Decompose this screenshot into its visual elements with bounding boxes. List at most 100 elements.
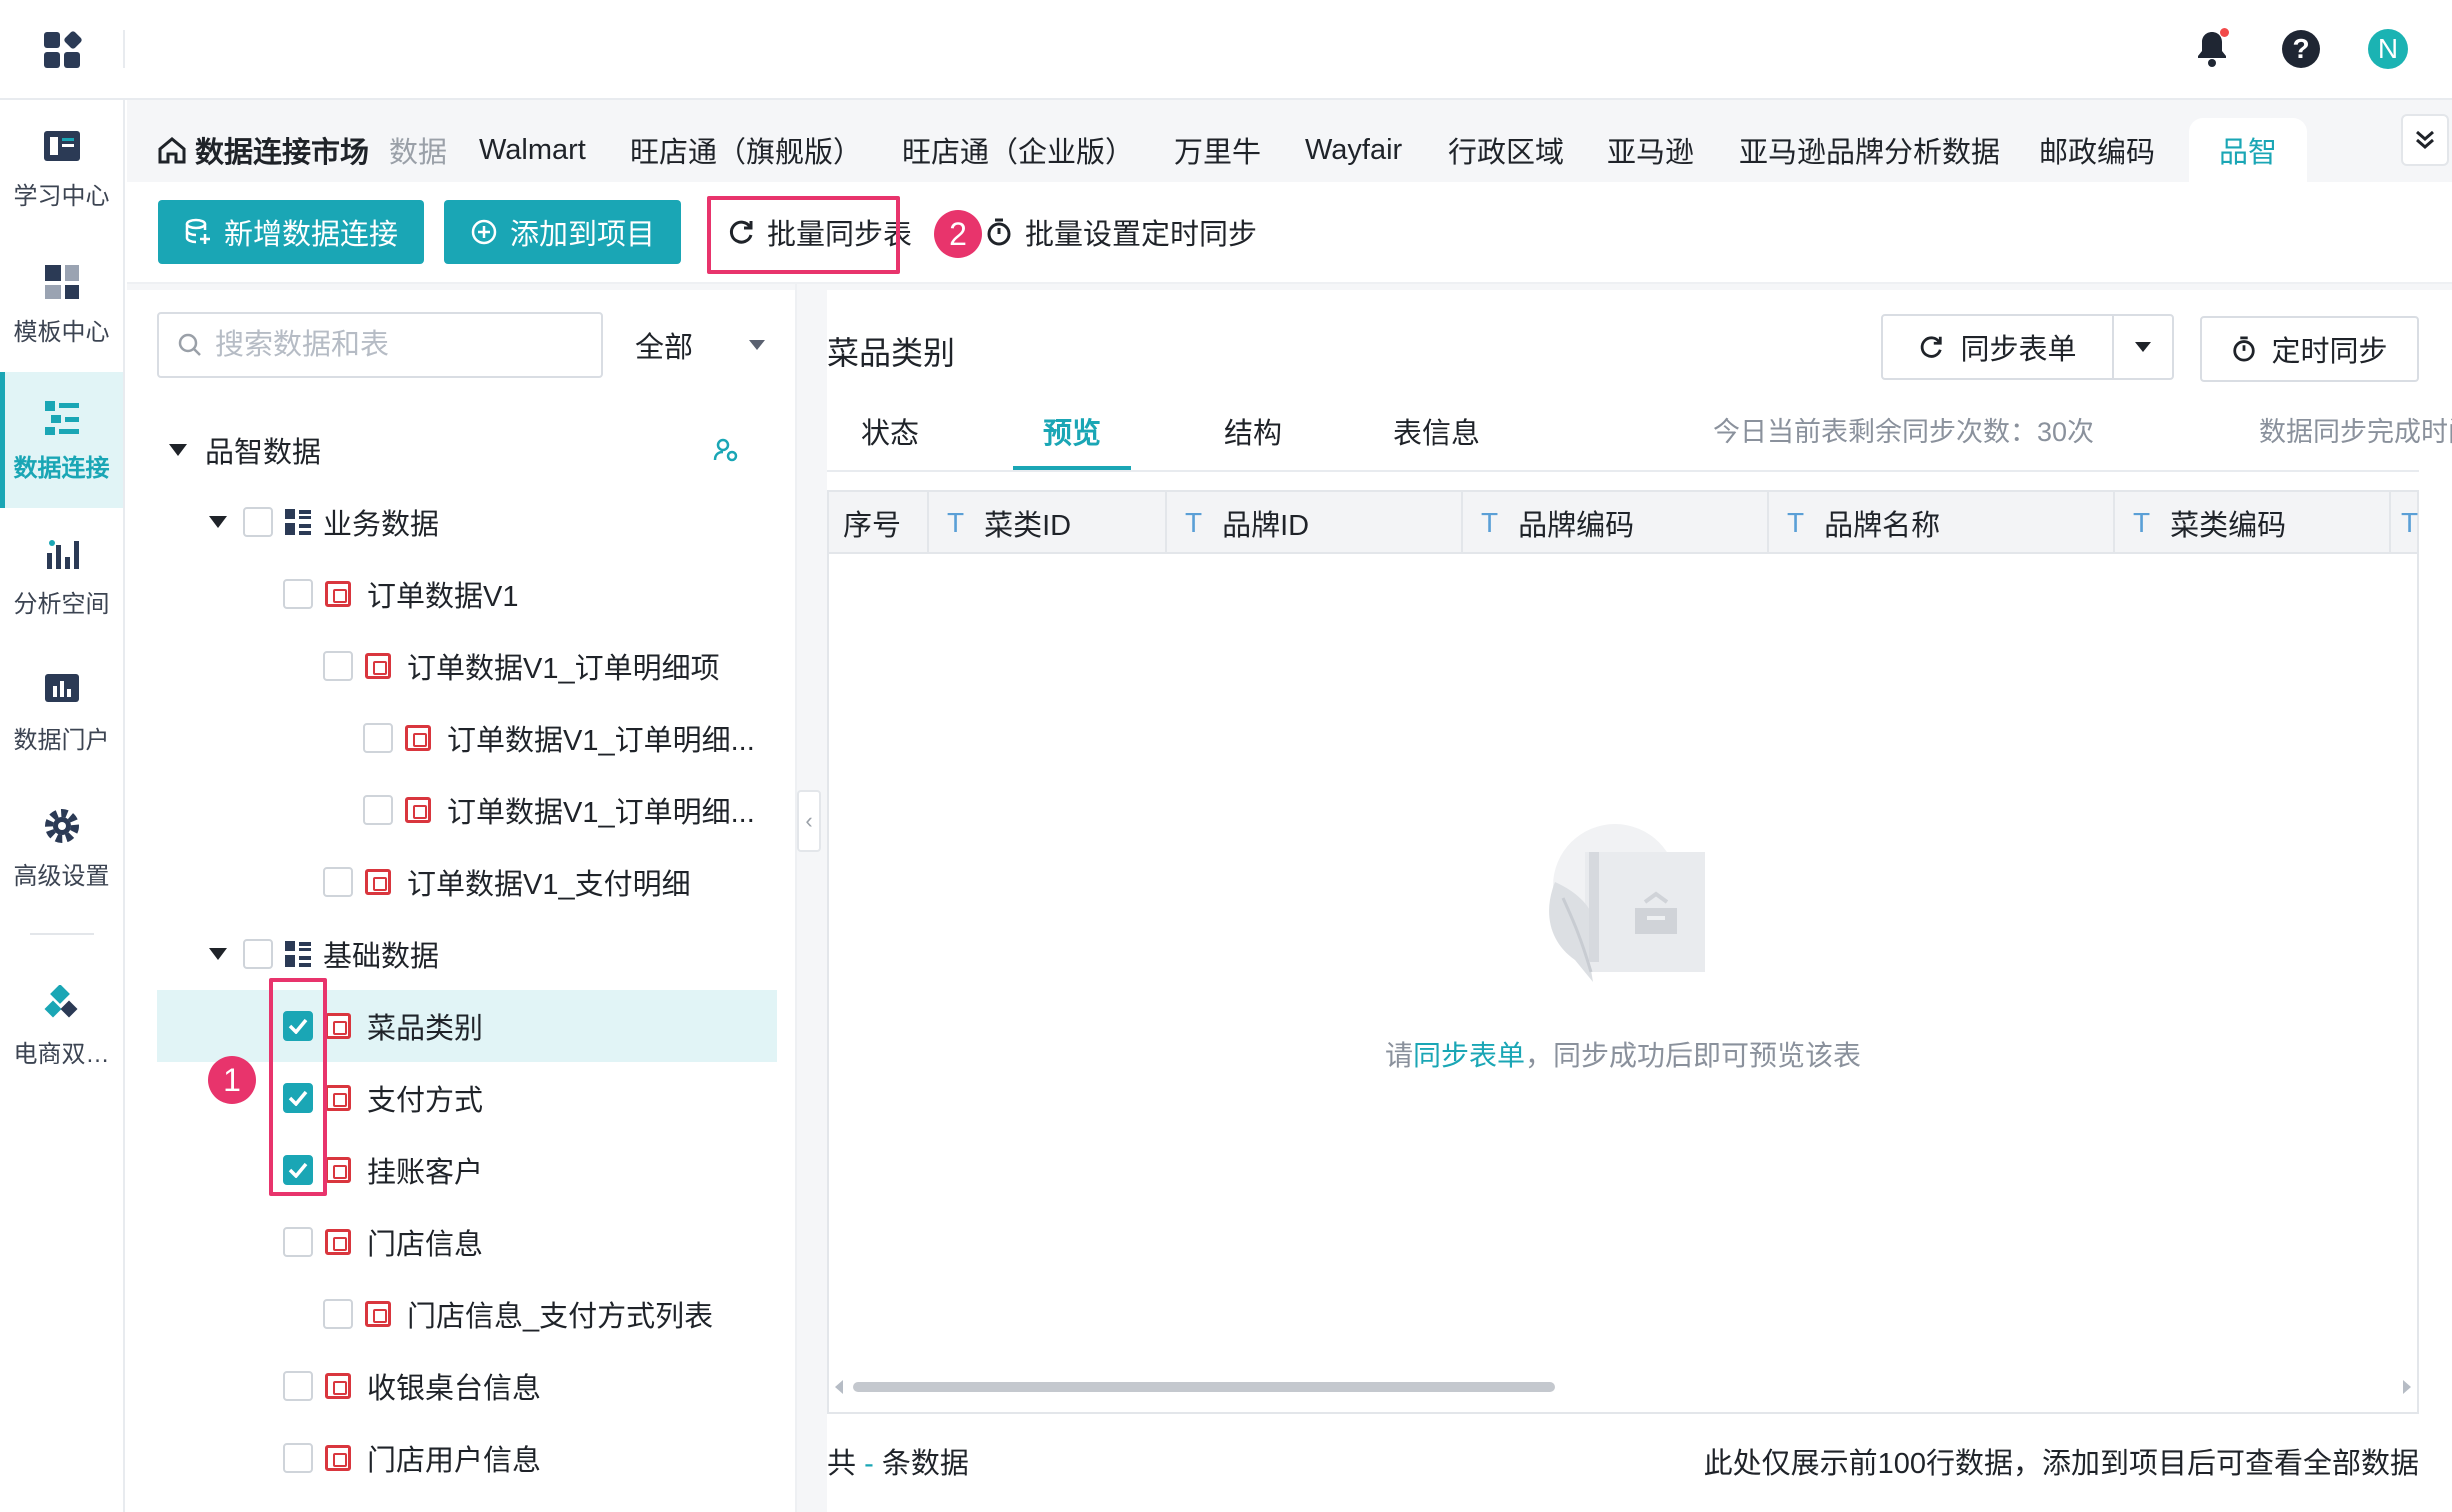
checkbox[interactable]	[323, 1299, 353, 1329]
batch-sync-highlight	[707, 196, 900, 274]
tab-pinzhi-active[interactable]: 品智	[2189, 118, 2308, 182]
new-data-connection-button[interactable]: 新增数据连接	[158, 200, 425, 264]
column-header[interactable]: T	[2401, 492, 2418, 554]
tree-table-item[interactable]: 订单数据V1_支付明细	[157, 846, 777, 918]
search-input[interactable]	[215, 328, 575, 362]
checkbox[interactable]	[283, 1371, 313, 1401]
checkbox[interactable]	[243, 939, 273, 969]
sidebar-item-learning[interactable]: 学习中心	[0, 100, 123, 236]
text-type-icon: T	[1185, 507, 1203, 538]
step-badge-2: 2	[934, 210, 982, 258]
table-icon	[325, 1085, 351, 1111]
column-header[interactable]: T 菜类ID	[947, 492, 1071, 554]
tab-item[interactable]: 旺店通（企业版）	[902, 118, 1134, 182]
tab-structure[interactable]: 结构	[1224, 410, 1282, 470]
tree-table-item[interactable]: 门店信息_支付方式列表	[157, 1278, 777, 1350]
sidebar-item-ecommerce[interactable]: 电商双…	[0, 958, 123, 1094]
sync-dropdown-button[interactable]	[2112, 314, 2174, 380]
checked-items-highlight	[269, 978, 327, 1196]
preview-limit-note: 此处仅展示前100行数据，添加到项目后可查看全部数据	[1703, 1448, 2419, 1480]
tab-item[interactable]: Wayfair	[1305, 118, 1402, 182]
tree-table-item[interactable]: 订单数据V1_订单明细...	[157, 774, 777, 846]
checkbox[interactable]	[243, 507, 273, 537]
tab-item[interactable]: 邮政编码	[2039, 118, 2155, 182]
notification-bell-icon[interactable]	[2191, 28, 2233, 70]
collapse-panel-handle[interactable]: ‹	[797, 790, 821, 852]
empty-state-illustration	[1549, 824, 1705, 982]
tab-item[interactable]: Walmart	[479, 118, 586, 182]
column-divider	[2113, 492, 2115, 554]
column-header[interactable]: T 品牌ID	[1185, 492, 1309, 554]
help-icon[interactable]: ?	[2280, 28, 2322, 70]
tree-table-item[interactable]: 订单数据V1	[157, 558, 777, 630]
tab-item[interactable]: 数据	[389, 118, 447, 182]
sidebar-item-analysis[interactable]: 分析空间	[0, 508, 123, 644]
expand-caret-icon[interactable]	[209, 948, 227, 960]
tab-table-info[interactable]: 表信息	[1393, 410, 1480, 470]
tree-table-item[interactable]: 挂账客户	[157, 1134, 777, 1206]
checkbox[interactable]	[283, 579, 313, 609]
table-icon	[405, 797, 431, 823]
main-area: 数据连接市场 数据 Walmart 旺店通（旗舰版） 旺店通（企业版） 万里牛 …	[127, 100, 2452, 1512]
tab-status[interactable]: 状态	[861, 410, 919, 470]
text-type-icon: T	[2401, 507, 2419, 538]
app-grid-icon[interactable]	[44, 30, 83, 70]
tree-group-business[interactable]: 业务数据	[157, 486, 777, 558]
sidebar-item-templates[interactable]: 模板中心	[0, 236, 123, 372]
table-icon	[365, 653, 391, 679]
column-divider	[1165, 492, 1167, 554]
column-divider	[1461, 492, 1463, 554]
refresh-icon	[1921, 336, 1943, 358]
filter-select[interactable]: 全部	[625, 312, 775, 378]
horizontal-scrollbar[interactable]	[835, 1376, 2411, 1396]
checkbox[interactable]	[323, 867, 353, 897]
column-header[interactable]: T 品牌编码	[1481, 492, 1634, 554]
tab-item[interactable]: 行政区域	[1448, 118, 1564, 182]
column-header[interactable]: T 品牌名称	[1787, 492, 1940, 554]
add-to-project-button[interactable]: 添加到项目	[444, 200, 682, 264]
checkbox[interactable]	[363, 723, 393, 753]
tab-item[interactable]: 亚马逊	[1607, 118, 1694, 182]
column-header[interactable]: T 菜类编码	[2133, 492, 2286, 554]
stopwatch-icon	[2233, 336, 2256, 362]
scrollbar-thumb[interactable]	[853, 1382, 1555, 1392]
tab-item[interactable]: 亚马逊品牌分析数据	[1739, 118, 2000, 182]
sync-table-link[interactable]: 同步表单	[1413, 1040, 1525, 1071]
tab-home[interactable]: 数据连接市场	[157, 118, 369, 182]
tree-group-basic[interactable]: 基础数据	[157, 918, 777, 990]
tab-more-button[interactable]	[2401, 114, 2449, 166]
tree-table-item-selected[interactable]: 菜品类别	[157, 990, 777, 1062]
search-box[interactable]	[157, 312, 603, 378]
sidebar-item-portal[interactable]: 数据门户	[0, 644, 123, 780]
tree-table-item[interactable]: 订单数据V1_订单明细项	[157, 630, 777, 702]
sync-table-button[interactable]: 同步表单	[1881, 314, 2114, 380]
tree-table-item[interactable]: 门店信息	[157, 1206, 777, 1278]
user-avatar[interactable]: N	[2367, 28, 2409, 70]
expand-caret-icon[interactable]	[169, 444, 187, 456]
column-divider	[927, 492, 929, 554]
empty-state-message: 请同步表单，同步成功后即可预览该表	[1384, 1040, 1862, 1071]
tree-root-pinzhi[interactable]: 品智数据	[157, 414, 777, 486]
scroll-right-arrow-icon[interactable]	[2401, 1380, 2411, 1394]
tab-item[interactable]: 万里牛	[1174, 118, 1261, 182]
checkbox[interactable]	[283, 1227, 313, 1257]
table-icon	[365, 1301, 391, 1327]
tree-table-item[interactable]: 门店用户信息	[157, 1422, 777, 1494]
column-divider	[2389, 492, 2391, 554]
batch-timer-sync-button[interactable]: 批量设置定时同步	[985, 200, 1257, 264]
tab-preview[interactable]: 预览	[1043, 410, 1101, 470]
column-header[interactable]: 序号	[843, 492, 901, 554]
sidebar-item-advanced-settings[interactable]: 高级设置	[0, 780, 123, 916]
scroll-left-arrow-icon[interactable]	[835, 1380, 845, 1394]
timed-sync-button[interactable]: 定时同步	[2200, 316, 2419, 382]
sidebar-item-data-connection[interactable]: 数据连接	[0, 372, 123, 508]
checkbox[interactable]	[363, 795, 393, 825]
tree-table-item[interactable]: 订单数据V1_订单明细...	[157, 702, 777, 774]
checkbox[interactable]	[323, 651, 353, 681]
tab-item[interactable]: 旺店通（旗舰版）	[630, 118, 862, 182]
expand-caret-icon[interactable]	[209, 516, 227, 528]
column-divider	[1767, 492, 1769, 554]
checkbox[interactable]	[283, 1443, 313, 1473]
user-settings-icon[interactable]	[712, 436, 740, 464]
tree-table-item[interactable]: 收银桌台信息	[157, 1350, 777, 1422]
